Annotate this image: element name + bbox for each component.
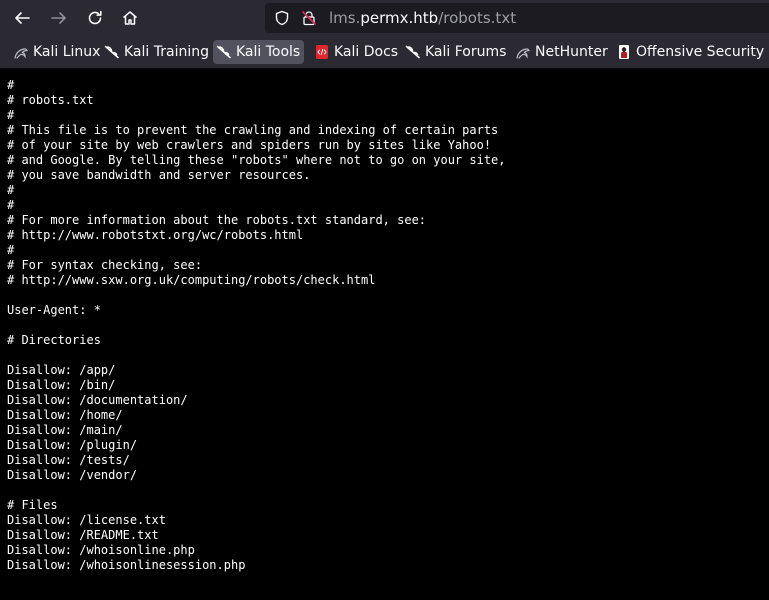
nethunter-icon	[515, 44, 531, 60]
back-button[interactable]	[9, 5, 35, 31]
bookmark-label: Kali Forums	[425, 44, 507, 60]
kali-dragon-icon	[104, 44, 120, 60]
url-host-domain: permx.htb	[360, 9, 439, 27]
arrow-right-icon	[50, 9, 68, 27]
bookmark-kali-tools[interactable]: Kali Tools	[213, 40, 305, 64]
offsec-icon	[616, 44, 632, 60]
bookmark-label: NetHunter	[535, 44, 608, 60]
home-button[interactable]	[117, 5, 143, 31]
bookmark-nethunter[interactable]: NetHunter	[512, 40, 612, 64]
url-bar[interactable]: lms.permx.htb/robots.txt	[265, 3, 769, 33]
forward-button[interactable]	[46, 5, 72, 31]
url-path: /robots.txt	[438, 9, 517, 27]
bookmark-kali-linux[interactable]: Kali Linux	[10, 40, 104, 64]
bookmark-kali-docs[interactable]: Kali Docs	[311, 40, 402, 64]
bookmark-label: Kali Linux	[33, 44, 101, 60]
reload-button[interactable]	[82, 5, 108, 31]
insecure-connection-lock-icon[interactable]	[301, 10, 317, 26]
bookmark-label: Kali Training	[124, 44, 209, 60]
arrow-left-icon	[13, 9, 31, 27]
bookmark-label: Kali Tools	[236, 44, 301, 60]
bookmark-kali-forums[interactable]: Kali Forums	[402, 40, 510, 64]
robots-txt-content: # # robots.txt # # This file is to preve…	[7, 78, 506, 572]
url-text[interactable]: lms.permx.htb/robots.txt	[329, 9, 516, 27]
kali-dragon-icon	[216, 44, 232, 60]
kali-docs-icon	[314, 44, 330, 60]
tracking-protection-shield-icon[interactable]	[274, 10, 290, 26]
bookmark-offensive-security[interactable]: Offensive Security	[613, 40, 768, 64]
reload-icon	[86, 9, 104, 27]
bookmark-label: Kali Docs	[334, 44, 399, 60]
page-content: # # robots.txt # # This file is to preve…	[0, 69, 769, 600]
home-icon	[121, 9, 139, 27]
bookmark-label: Offensive Security	[636, 44, 765, 60]
kali-dragon-icon	[405, 44, 421, 60]
bookmark-kali-training[interactable]: Kali Training	[101, 40, 213, 64]
url-host-prefix: lms.	[329, 9, 361, 27]
kali-dragon-icon	[13, 44, 29, 60]
bookmarks-toolbar: Kali Linux Kali Training Kali Tools Kali…	[0, 36, 769, 69]
navigation-toolbar: lms.permx.htb/robots.txt	[0, 0, 769, 36]
